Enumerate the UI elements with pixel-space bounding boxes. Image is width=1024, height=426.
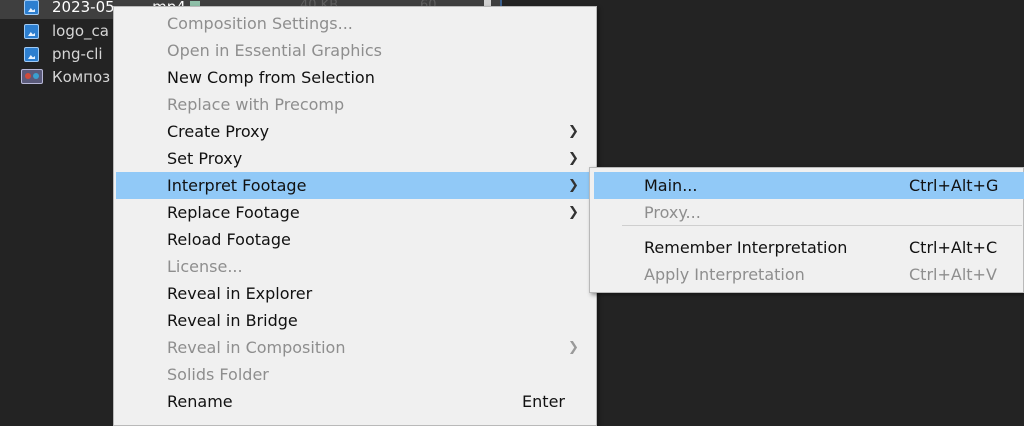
project-item-name: Композ	[52, 68, 111, 86]
project-item-name: logo_ca	[52, 22, 109, 40]
menu-item-replace-with-precomp[interactable]: Replace with Precomp	[116, 91, 594, 118]
project-item-name: png-cli	[52, 45, 103, 63]
submenu-arrow-icon: ❯	[568, 124, 579, 139]
interpret-footage-submenu: Main... Ctrl+Alt+G Proxy... Remember Int…	[589, 167, 1024, 293]
menu-item-solids-folder[interactable]: Solids Folder	[116, 361, 594, 388]
menu-item-rename[interactable]: Rename Enter	[116, 388, 594, 415]
submenu-arrow-icon: ❯	[568, 340, 579, 355]
menu-item-reveal-in-bridge[interactable]: Reveal in Bridge	[116, 307, 594, 334]
submenu-arrow-icon: ❯	[568, 205, 579, 220]
video-file-icon	[24, 0, 39, 15]
submenu-item-apply-interpretation[interactable]: Apply Interpretation Ctrl+Alt+V	[594, 261, 1024, 288]
submenu-arrow-icon: ❯	[568, 151, 579, 166]
menu-item-set-proxy[interactable]: Set Proxy ❯	[116, 145, 594, 172]
submenu-item-proxy[interactable]: Proxy...	[594, 199, 1024, 226]
shortcut-label: Ctrl+Alt+V	[909, 265, 997, 284]
menu-item-new-comp-from-selection[interactable]: New Comp from Selection	[116, 64, 594, 91]
menu-item-replace-footage[interactable]: Replace Footage ❯	[116, 199, 594, 226]
menu-item-reload-footage[interactable]: Reload Footage	[116, 226, 594, 253]
submenu-item-main[interactable]: Main... Ctrl+Alt+G	[594, 172, 1024, 199]
menu-item-composition-settings[interactable]: Composition Settings...	[116, 10, 594, 37]
submenu-arrow-icon: ❯	[568, 178, 579, 193]
menu-item-reveal-in-composition[interactable]: Reveal in Composition ❯	[116, 334, 594, 361]
menu-item-license[interactable]: License...	[116, 253, 594, 280]
shortcut-label: Ctrl+Alt+G	[909, 176, 999, 195]
menu-item-open-in-essential-graphics[interactable]: Open in Essential Graphics	[116, 37, 594, 64]
context-menu: Composition Settings... Open in Essentia…	[113, 6, 597, 426]
shortcut-label: Enter	[522, 392, 565, 411]
menu-item-interpret-footage[interactable]: Interpret Footage ❯	[116, 172, 594, 199]
composition-icon	[21, 69, 43, 84]
menu-separator	[622, 225, 1022, 226]
png-file-icon	[24, 47, 39, 62]
png-file-icon	[24, 24, 39, 39]
menu-item-create-proxy[interactable]: Create Proxy ❯	[116, 118, 594, 145]
submenu-item-remember-interpretation[interactable]: Remember Interpretation Ctrl+Alt+C	[594, 234, 1024, 261]
menu-item-reveal-in-explorer[interactable]: Reveal in Explorer	[116, 280, 594, 307]
shortcut-label: Ctrl+Alt+C	[909, 238, 998, 257]
